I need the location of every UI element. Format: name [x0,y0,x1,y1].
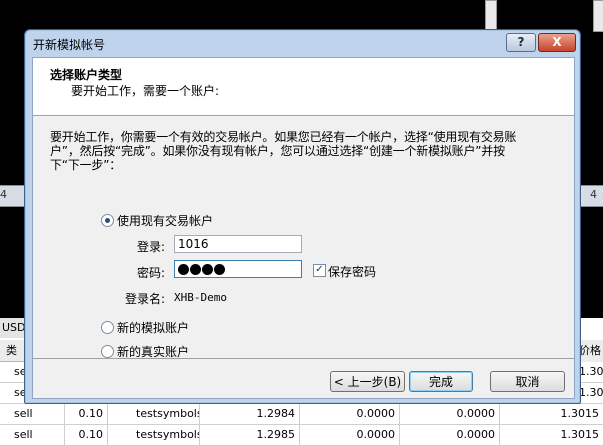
save-password-checkbox[interactable]: ✓ [313,264,326,277]
radio-existing-account-label[interactable]: 使用现有交易帐户 [117,212,213,229]
server-value: XHB-Demo [174,291,227,304]
login-input[interactable]: 1016 [174,235,302,253]
cell-take-profit: 0.0000 [400,425,500,445]
back-button[interactable]: < 上一步(B) [330,371,405,392]
background-splitter [485,0,497,32]
cell-type: sel [14,386,24,399]
cell-open-price: 1.2985 [200,425,300,445]
dialog-content: 选择账户类型 要开始工作，需要一个账户: 要开始工作，你需要一个有效的交易帐户。… [32,57,575,399]
cell-type: sell [14,404,65,424]
table-row[interactable]: 1.3015 [579,383,603,404]
table-row[interactable]: sel [0,362,24,383]
cell-stop-loss: 0.0000 [300,425,400,445]
table-row[interactable]: sell 0.10 testsymbols 1.2985 0.0000 0.00… [0,425,603,446]
background-edge-number: 4 [0,188,7,201]
help-icon: ? [517,35,525,49]
radio-real-account[interactable] [101,345,114,358]
dialog-title: 开新模拟帐号 [33,38,106,52]
cell-price: 1.3015 [579,386,603,399]
close-button[interactable]: X [538,33,576,52]
radio-demo-account[interactable] [101,321,114,334]
radio-existing-account[interactable] [101,214,114,227]
password-input[interactable] [174,260,302,278]
wizard-header: 选择账户类型 要开始工作，需要一个账户: [33,58,574,116]
help-button[interactable]: ? [506,33,536,52]
open-demo-account-dialog: 开新模拟帐号 ? X 选择账户类型 要开始工作，需要一个账户: 要开始工作，你需… [24,29,581,404]
intro-line: 要开始工作，你需要一个有效的交易帐户。如果您已经有一个帐户，选择“使用现有交易账 [50,130,517,144]
cell-stop-loss: 0.0000 [300,404,400,424]
cell-open-price: 1.2984 [200,404,300,424]
footer-divider [33,358,574,359]
password-mask-dot [190,264,201,275]
table-row[interactable]: sell 0.10 testsymbols 1.2984 0.0000 0.00… [0,404,603,425]
finish-button[interactable]: 完成 [409,371,473,392]
close-icon: X [552,35,562,49]
cell-price: 1.3015 [579,365,603,378]
intro-line: 户”，然后按“完成”。如果你没有现有帐户，您可以通过选择“创建一个新模拟账户”并… [50,144,505,158]
wizard-step-title: 选择账户类型 [50,68,123,82]
cell-price: 1.3015 [560,407,600,420]
cell-type: sel [14,365,24,378]
background-edge-number: 4 [590,188,597,201]
table-row[interactable]: sel [0,383,24,404]
password-label: 密码: [137,266,166,280]
save-password-label[interactable]: 保存密码 [328,263,376,280]
login-label: 登录: [137,240,166,254]
cell-symbol: testsymbols [108,425,200,445]
cell-symbol: testsymbols [108,404,200,424]
intro-text: 要开始工作，你需要一个有效的交易帐户。如果您已经有一个帐户，选择“使用现有交易账… [50,130,555,172]
dialog-titlebar[interactable]: 开新模拟帐号 ? X [25,30,580,56]
wizard-step-subtitle: 要开始工作，需要一个账户: [71,84,220,98]
cell-type: sell [14,425,65,445]
cell-take-profit: 0.0000 [400,404,500,424]
password-mask-dot [214,264,225,275]
column-header-price[interactable]: 价格 [579,340,603,363]
password-mask-dot [178,264,189,275]
server-label: 登录名: [125,292,166,306]
cell-volume: 0.10 [64,425,108,445]
password-mask-dot [202,264,213,275]
cell-price: 1.3015 [560,428,600,441]
radio-demo-account-label[interactable]: 新的模拟账户 [117,319,189,336]
table-row[interactable]: 1.3015 [579,362,603,383]
cancel-button[interactable]: 取消 [490,371,565,392]
column-header-type[interactable]: 类型 [0,340,24,362]
background-tab[interactable]: USDC [0,318,27,338]
background-splitter [593,0,603,32]
cell-volume: 0.10 [64,404,108,424]
intro-line: 下“下一步”： [50,158,122,172]
